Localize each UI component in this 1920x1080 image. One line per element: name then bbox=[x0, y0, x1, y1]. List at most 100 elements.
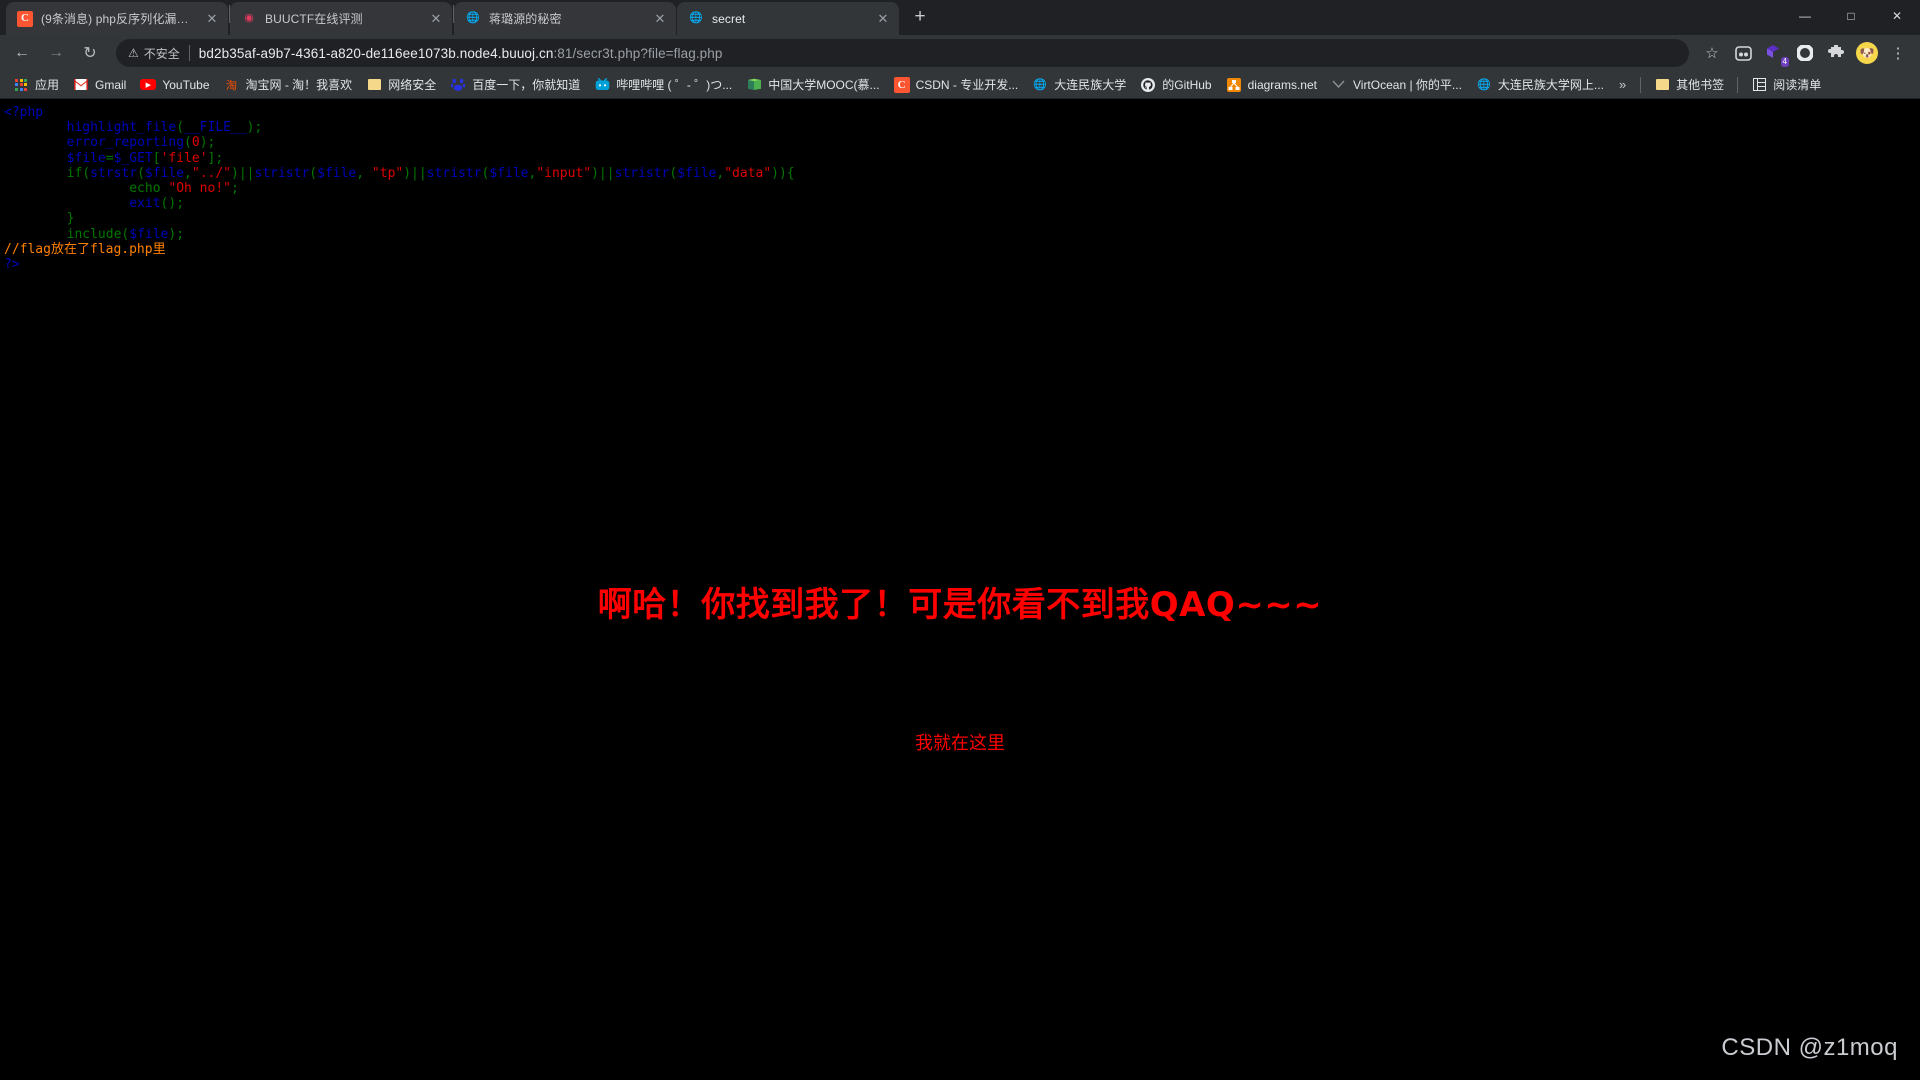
bookmark-item-youtube[interactable]: ▶ YouTube bbox=[133, 74, 216, 96]
code-token: )|| bbox=[591, 165, 615, 181]
avatar[interactable]: 🐶 bbox=[1853, 39, 1881, 67]
code-token: )){ bbox=[771, 165, 795, 181]
bookmark-label: 哔哩哔哩 ( ゜- ゜)つ... bbox=[616, 78, 733, 92]
new-tab-button[interactable]: + bbox=[906, 4, 934, 32]
address-bar[interactable]: ⚠ 不安全 bd2b35af-a9b7-4361-a820-de116ee107… bbox=[116, 39, 1689, 67]
tab-title: 蒋璐源的秘密 bbox=[489, 12, 562, 26]
close-icon[interactable]: ✕ bbox=[204, 11, 220, 27]
code-token: )|| bbox=[403, 165, 427, 181]
taobao-icon: 淘 bbox=[226, 79, 238, 92]
code-token: exit bbox=[129, 196, 161, 212]
buuctf-icon: ◉ bbox=[244, 12, 254, 24]
code-token: 'file' bbox=[160, 150, 208, 166]
bookmarks-bar: 应用 Gmail ▶ YouTube 淘 淘宝网 - 淘！我喜欢 网络安全 百度… bbox=[0, 71, 1920, 99]
bookmark-label: Gmail bbox=[95, 77, 127, 92]
code-token: ( bbox=[137, 165, 145, 181]
extension-toolbox-icon[interactable] bbox=[1729, 39, 1757, 67]
bookmark-item-diagrams[interactable]: diagrams.net bbox=[1219, 74, 1324, 96]
code-token: $file bbox=[66, 150, 106, 166]
code-token: ( bbox=[176, 120, 185, 136]
bookmarks-overflow-icon[interactable]: » bbox=[1611, 77, 1634, 92]
bookmark-item-gmail[interactable]: Gmail bbox=[66, 74, 133, 96]
bookmark-item-baidu[interactable]: 百度一下，你就知道 bbox=[443, 74, 587, 96]
extension-purple-icon[interactable]: 4 bbox=[1760, 39, 1789, 67]
profile-avatar-icon: 🐶 bbox=[1856, 42, 1878, 64]
code-token: $file bbox=[129, 226, 169, 242]
omnibox-divider bbox=[188, 45, 190, 61]
apps-grid-icon bbox=[13, 77, 29, 93]
code-token: __FILE__ bbox=[184, 120, 247, 136]
csdn-icon: C bbox=[893, 76, 910, 93]
forward-icon[interactable]: → bbox=[42, 39, 70, 67]
bookmark-label: 中国大学MOOC(慕... bbox=[768, 78, 880, 92]
code-token: $file bbox=[144, 165, 185, 181]
window-controls: — □ ✕ bbox=[1782, 0, 1920, 32]
code-token: ]; bbox=[207, 150, 224, 166]
chrome-menu-icon[interactable]: ⋮ bbox=[1884, 39, 1912, 67]
reload-icon[interactable]: ↻ bbox=[76, 39, 104, 67]
bookmark-item-github[interactable]: 的GitHub bbox=[1133, 74, 1218, 96]
github-icon bbox=[1140, 77, 1156, 93]
code-token: $file bbox=[489, 165, 529, 181]
tab-csdn-article[interactable]: C (9条消息) php反序列化漏洞_ver ✕ bbox=[6, 2, 228, 35]
bookmark-label: YouTube bbox=[162, 77, 210, 92]
extension-circle-icon[interactable] bbox=[1791, 39, 1819, 67]
code-token: ); bbox=[246, 120, 263, 136]
tab-secret[interactable]: 🌐 secret ✕ bbox=[677, 2, 899, 35]
bookmark-item-taobao[interactable]: 淘 淘宝网 - 淘！我喜欢 bbox=[217, 74, 360, 96]
bilibili-icon bbox=[594, 77, 610, 93]
code-token: } bbox=[66, 211, 75, 227]
url-text: bd2b35af-a9b7-4361-a820-de116ee1073b.nod… bbox=[199, 46, 723, 61]
bookmark-item-virtocean[interactable]: VirtOcean | 你的平... bbox=[1324, 74, 1469, 96]
globe-icon: 🌐 bbox=[689, 12, 703, 24]
bookmark-item-dlnu[interactable]: 🌐 大连民族大学 bbox=[1025, 74, 1133, 96]
tab-buuctf[interactable]: ◉ BUUCTF在线评测 ✕ bbox=[230, 2, 452, 35]
code-token: [ bbox=[152, 150, 161, 166]
bookmark-label: 大连民族大学 bbox=[1054, 78, 1127, 92]
code-token: , bbox=[716, 165, 725, 181]
bookmark-star-icon[interactable]: ☆ bbox=[1698, 39, 1726, 67]
maximize-button[interactable]: □ bbox=[1828, 0, 1874, 32]
bookmark-label: 网络安全 bbox=[388, 78, 437, 92]
close-icon[interactable]: ✕ bbox=[875, 11, 891, 27]
bookmark-label: 的GitHub bbox=[1162, 78, 1212, 92]
bookmark-item-dlnu-online[interactable]: 🌐 大连民族大学网上... bbox=[1469, 74, 1611, 96]
minimize-button[interactable]: — bbox=[1782, 0, 1828, 32]
code-token: , bbox=[184, 165, 192, 181]
bookmark-item-other-bookmarks[interactable]: 其他书签 bbox=[1647, 74, 1731, 96]
security-indicator[interactable]: ⚠ 不安全 bbox=[128, 45, 180, 62]
extension-badge-count: 4 bbox=[1780, 57, 1789, 67]
close-icon[interactable]: ✕ bbox=[652, 11, 668, 27]
code-token: $file bbox=[677, 165, 717, 181]
tab-title: (9条消息) php反序列化漏洞_ver bbox=[41, 12, 198, 26]
csdn-watermark: CSDN @z1moq bbox=[1721, 1034, 1898, 1061]
reading-list-icon bbox=[1751, 77, 1767, 93]
bookmark-label: 大连民族大学网上... bbox=[1497, 78, 1604, 92]
code-token: strstr bbox=[90, 165, 138, 181]
extensions-puzzle-icon[interactable] bbox=[1822, 39, 1850, 67]
bookmarks-divider bbox=[1737, 76, 1739, 93]
bookmark-item-csdn[interactable]: C CSDN - 专业开发... bbox=[887, 74, 1026, 96]
reading-list-button[interactable]: 阅读清单 bbox=[1744, 74, 1828, 96]
chevron-down-icon bbox=[1331, 77, 1347, 93]
browser-toolbar: ← → ↻ ⚠ 不安全 bd2b35af-a9b7-4361-a820-de11… bbox=[0, 35, 1920, 71]
diagrams-icon bbox=[1226, 77, 1242, 93]
code-token: $file bbox=[317, 165, 357, 181]
code-token: stristr bbox=[254, 165, 310, 181]
tab-secret-page[interactable]: 🌐 蒋璐源的秘密 ✕ bbox=[454, 2, 676, 35]
bookmark-item-mooc[interactable]: 中国大学MOOC(慕... bbox=[739, 74, 886, 96]
code-token: , bbox=[356, 165, 372, 181]
csdn-icon: C bbox=[17, 10, 33, 27]
close-icon[interactable]: ✕ bbox=[428, 11, 444, 27]
bookmark-item-network-security[interactable]: 网络安全 bbox=[359, 74, 443, 96]
code-token: include bbox=[66, 226, 122, 242]
bookmark-item-apps[interactable]: 应用 bbox=[6, 74, 66, 96]
back-icon[interactable]: ← bbox=[8, 39, 36, 67]
close-window-button[interactable]: ✕ bbox=[1874, 0, 1920, 32]
bookmark-item-bilibili[interactable]: 哔哩哔哩 ( ゜- ゜)つ... bbox=[587, 74, 739, 96]
code-token: ( bbox=[184, 135, 192, 151]
tab-strip: C (9条消息) php反序列化漏洞_ver ✕ ◉ BUUCTF在线评测 ✕ … bbox=[0, 0, 1920, 35]
